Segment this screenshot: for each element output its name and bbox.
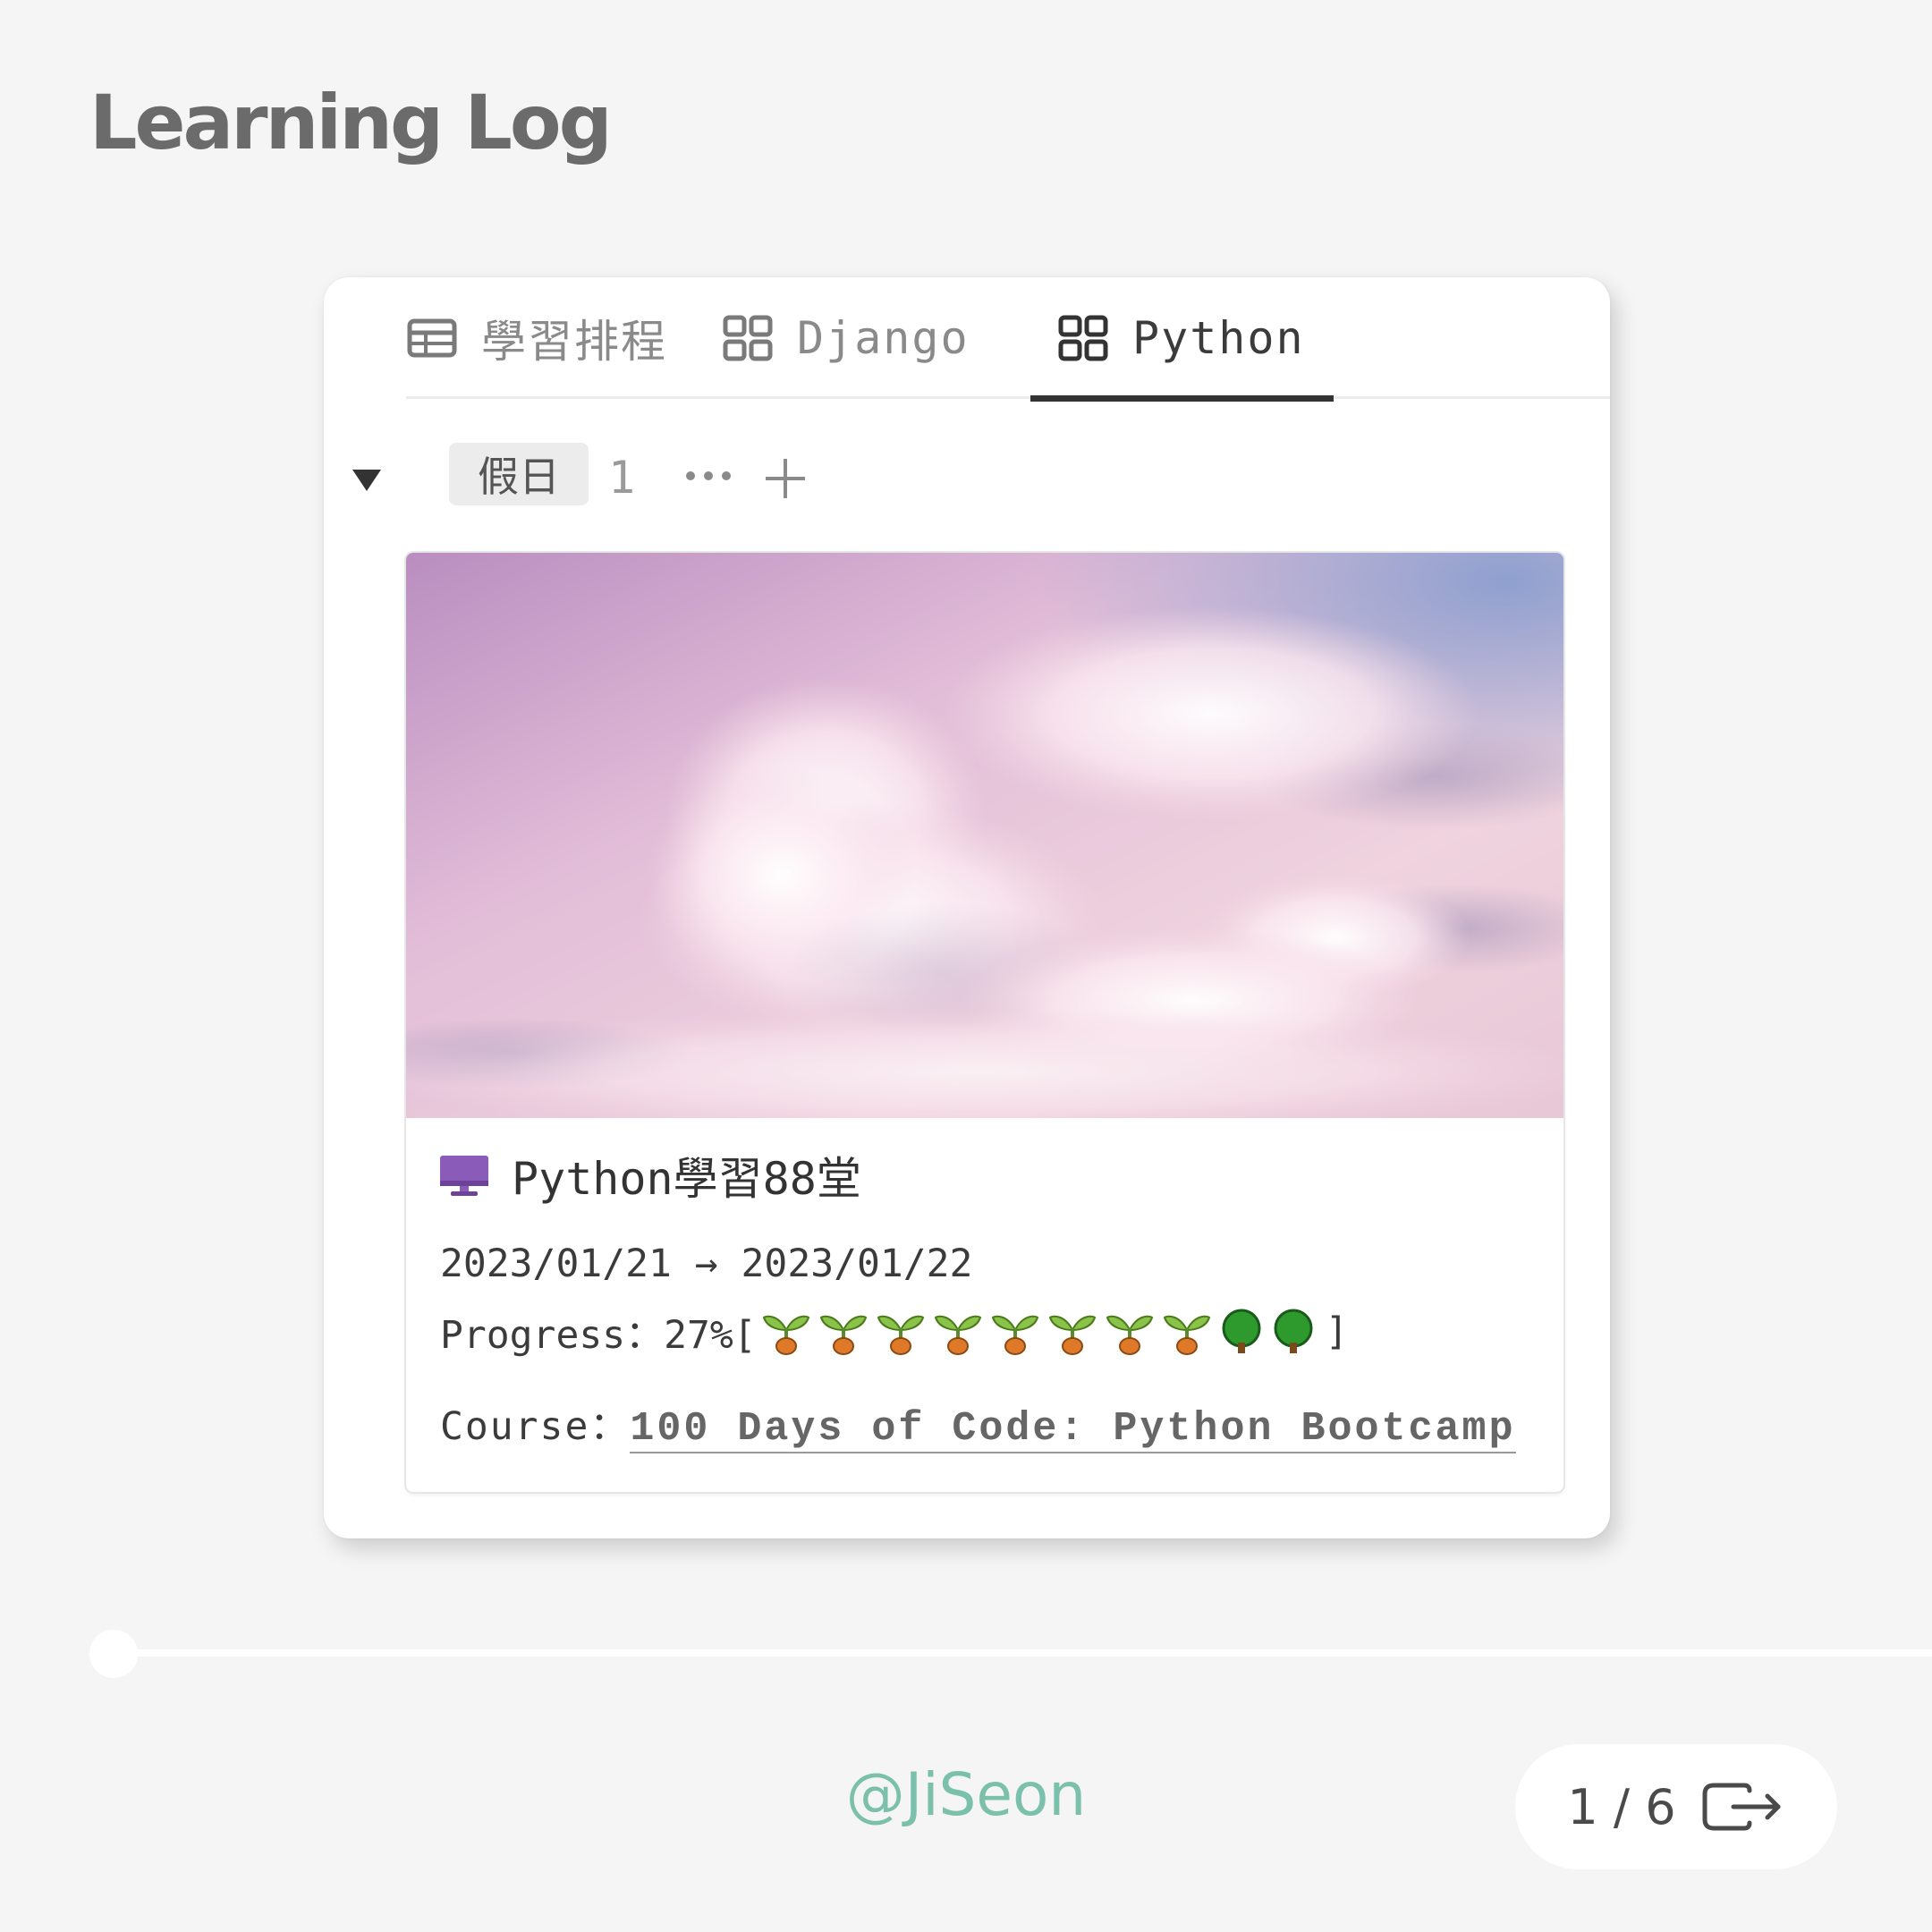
tree-icon bbox=[1222, 1309, 1261, 1353]
cover-image bbox=[406, 553, 1563, 1118]
timeline-slider[interactable] bbox=[89, 1628, 1932, 1682]
gallery-icon bbox=[1057, 312, 1109, 364]
timeline-track bbox=[107, 1649, 1932, 1657]
seedling-icon bbox=[1048, 1315, 1096, 1355]
seedling-icon bbox=[1163, 1315, 1210, 1355]
card-dates: 2023/01/21 → 2023/01/22 bbox=[440, 1241, 973, 1286]
group-header: 假日 1 bbox=[349, 443, 975, 514]
table-icon bbox=[406, 312, 458, 364]
timeline-knob[interactable] bbox=[89, 1630, 138, 1678]
card-course: Course： 100 Days of Code: Python Bootcam… bbox=[440, 1395, 1516, 1453]
progress-close: ] bbox=[1325, 1309, 1349, 1354]
seedling-icon bbox=[762, 1315, 809, 1355]
card-title-text: Python學習88堂 bbox=[512, 1153, 861, 1205]
course-link[interactable]: 100 Days of Code: Python Bootcamp bbox=[630, 1406, 1516, 1453]
page-indicator: 1 / 6 bbox=[1567, 1778, 1676, 1835]
group-badge: 假日 bbox=[449, 443, 589, 505]
tab-label: Python bbox=[1132, 312, 1305, 364]
more-icon[interactable] bbox=[680, 453, 737, 498]
gallery-icon bbox=[722, 312, 774, 364]
tab-python[interactable]: Python bbox=[1030, 277, 1334, 402]
group-count: 1 bbox=[608, 452, 636, 504]
seedling-icon bbox=[819, 1315, 867, 1355]
view-tabs: 學習排程 Django Python bbox=[406, 277, 1610, 402]
card-title: Python學習88堂 bbox=[438, 1143, 861, 1208]
database-panel: 學習排程 Django Python 假日 1 Python學習88堂 2023… bbox=[324, 277, 1610, 1538]
tree-icon bbox=[1274, 1309, 1313, 1353]
exit-icon[interactable] bbox=[1699, 1778, 1785, 1835]
seedling-icon bbox=[991, 1315, 1038, 1355]
progress-icons bbox=[760, 1309, 1322, 1355]
tab-django[interactable]: Django bbox=[722, 277, 970, 399]
page-title: Learning Log bbox=[89, 79, 613, 166]
seedling-icon bbox=[934, 1315, 981, 1355]
course-label: Course： bbox=[440, 1404, 631, 1449]
seedling-icon bbox=[1106, 1315, 1153, 1355]
gallery-card[interactable]: Python學習88堂 2023/01/21 → 2023/01/22 Prog… bbox=[406, 553, 1563, 1492]
pager: 1 / 6 bbox=[1515, 1744, 1837, 1869]
triangle-down-icon[interactable] bbox=[349, 462, 385, 498]
plus-icon[interactable] bbox=[760, 453, 810, 504]
desktop-computer-icon bbox=[440, 1156, 488, 1196]
seedling-icon bbox=[877, 1315, 924, 1355]
progress-label: Progress：27%[ bbox=[440, 1313, 757, 1358]
tab-schedule[interactable]: 學習排程 bbox=[406, 277, 667, 399]
card-progress: Progress：27%[ ] bbox=[440, 1304, 1349, 1360]
tab-label: 學習排程 bbox=[481, 316, 667, 368]
tab-label: Django bbox=[797, 312, 970, 364]
